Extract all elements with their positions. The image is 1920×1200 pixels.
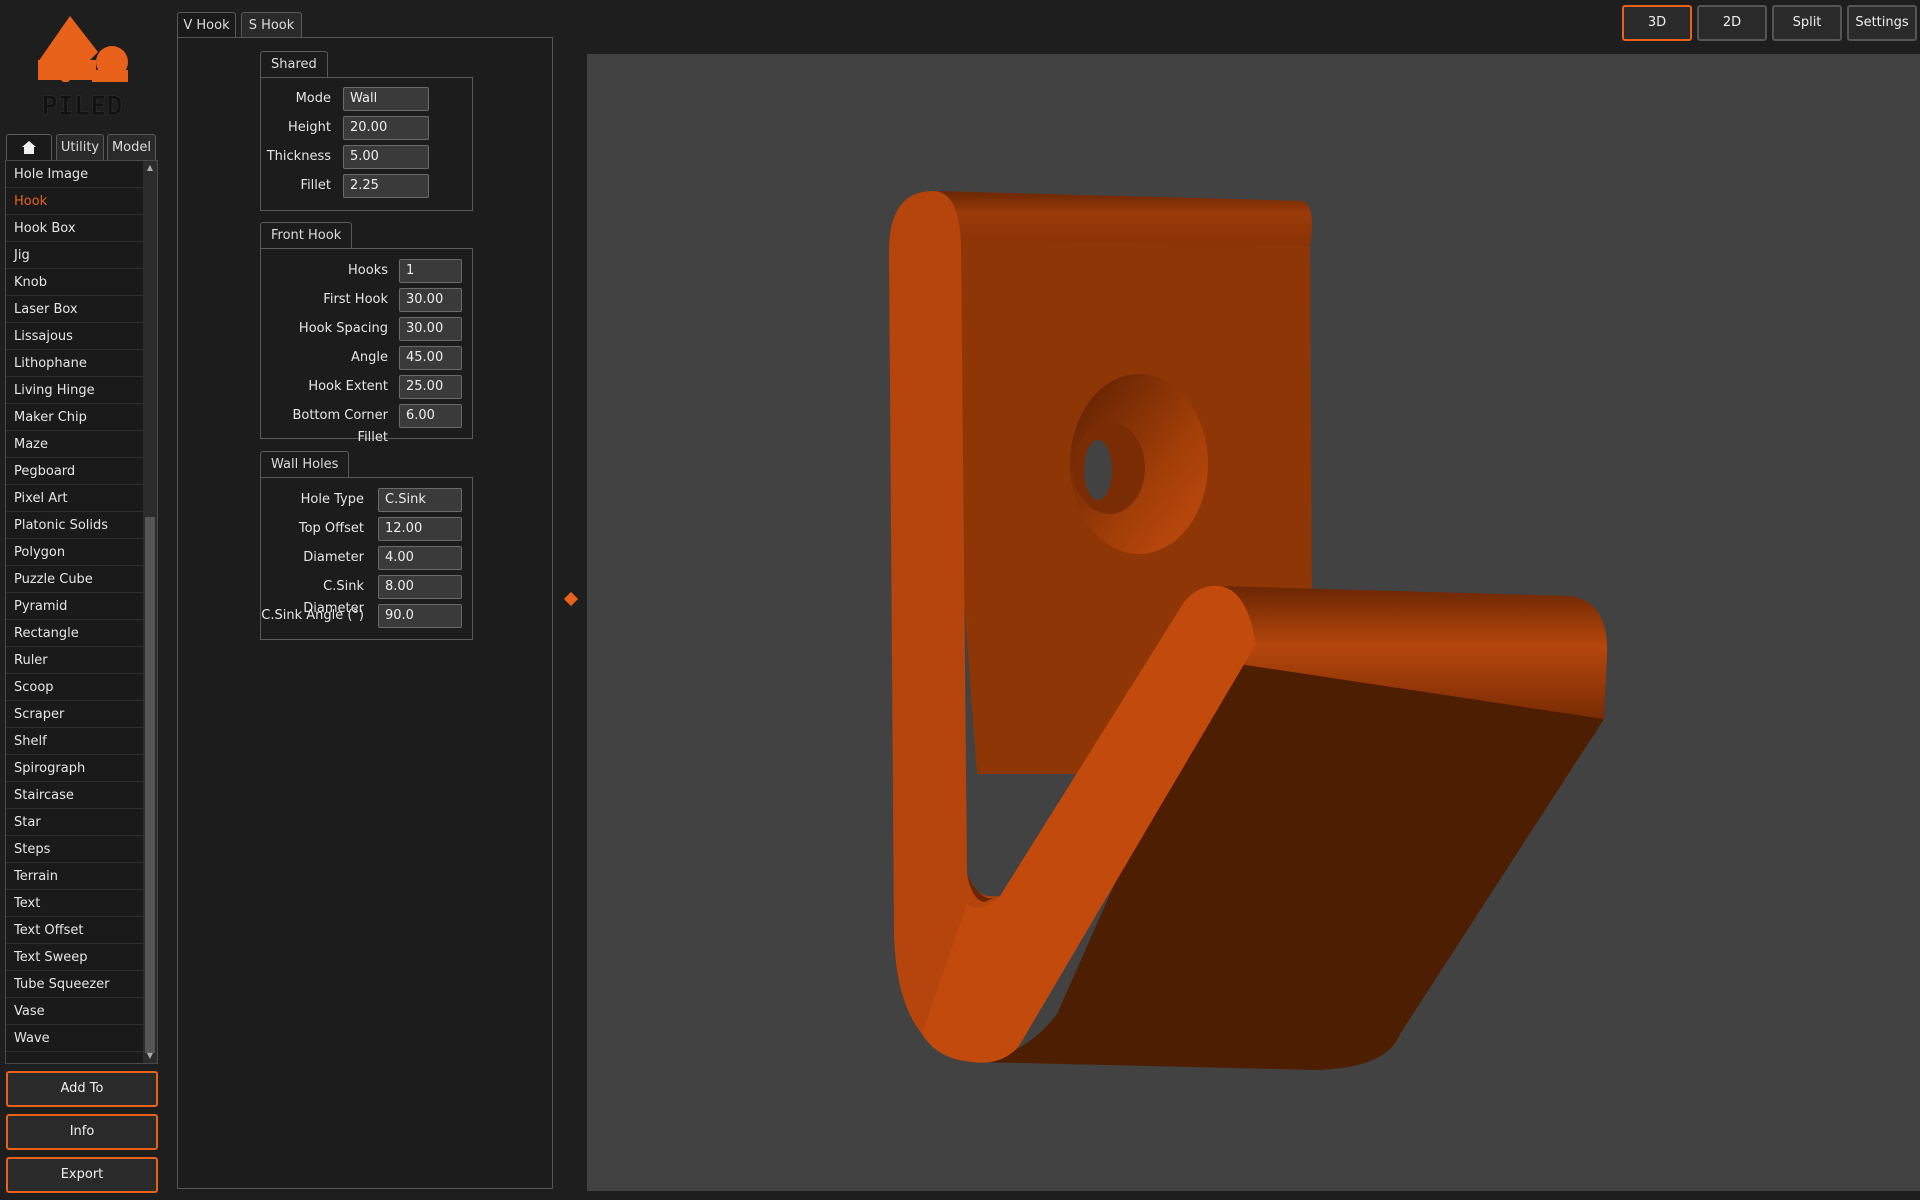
home-icon [22, 141, 36, 154]
wall-top-edge [933, 191, 1312, 246]
model-list-item[interactable]: Pyramid [6, 593, 145, 620]
model-list-item[interactable]: Text [6, 890, 145, 917]
scroll-up-icon[interactable]: ▲ [145, 163, 155, 173]
first-hook-input[interactable]: 30.00 [399, 288, 462, 312]
tab-utility[interactable]: Utility [56, 134, 104, 160]
model-list-item[interactable]: Polygon [6, 539, 145, 566]
bottom-corner-fillet-input[interactable]: 6.00 [399, 404, 462, 428]
wall-holes-group: Hole Type C.Sink Top Offset 12.00 Diamet… [260, 477, 473, 640]
model-list-item[interactable]: Maze [6, 431, 145, 458]
mode-label: Mode [295, 91, 331, 106]
tab-s-hook[interactable]: S Hook [241, 12, 302, 38]
model-list-item[interactable]: Rectangle [6, 620, 145, 647]
hook-extent-input[interactable]: 25.00 [399, 375, 462, 399]
model-list-item[interactable]: Puzzle Cube [6, 566, 145, 593]
hole-type-label: Hole Type [300, 492, 364, 507]
model-list-item[interactable]: Pixel Art [6, 485, 145, 512]
model-list-item[interactable]: Steps [6, 836, 145, 863]
model-list-item[interactable]: Shelf [6, 728, 145, 755]
model-list-item[interactable]: Star [6, 809, 145, 836]
front-hook-group: Hooks 1 First Hook 30.00 Hook Spacing 30… [260, 248, 473, 445]
model-list-item[interactable]: Laser Box [6, 296, 145, 323]
model-list-item[interactable]: Text Offset [6, 917, 145, 944]
view-2d-button[interactable]: 2D [1697, 5, 1767, 41]
angle-input[interactable]: 45.00 [399, 346, 462, 370]
height-label: Height [288, 120, 331, 135]
scroll-down-icon[interactable]: ▼ [145, 1051, 155, 1061]
first-hook-label: First Hook [323, 292, 388, 307]
model-list-item[interactable]: Hook Box [6, 215, 145, 242]
view-3d-button[interactable]: 3D [1622, 5, 1692, 41]
model-list-item[interactable]: Knob [6, 269, 145, 296]
model-list-item[interactable]: Tube Squeezer [6, 971, 145, 998]
export-button[interactable]: Export [6, 1157, 158, 1193]
app-logo: PILED [30, 14, 136, 118]
model-list-item[interactable]: Text Sweep [6, 944, 145, 971]
tab-model[interactable]: Model [107, 134, 156, 160]
hole-type-select[interactable]: C.Sink [378, 488, 462, 512]
csink-diameter-input[interactable]: 8.00 [378, 575, 462, 599]
hook-spacing-label: Hook Spacing [298, 321, 388, 336]
fillet-input[interactable]: 2.25 [343, 174, 429, 198]
diameter-label: Diameter [303, 550, 364, 565]
model-list-item[interactable]: Scoop [6, 674, 145, 701]
settings-button[interactable]: Settings [1847, 5, 1917, 41]
wall-holes-group-title: Wall Holes [260, 451, 350, 477]
model-list-item[interactable]: Lithophane [6, 350, 145, 377]
top-offset-input[interactable]: 12.00 [378, 517, 462, 541]
height-input[interactable]: 20.00 [343, 116, 429, 140]
tab-v-hook[interactable]: V Hook [177, 12, 236, 38]
model-list-item[interactable]: Spirograph [6, 755, 145, 782]
csink-angle-label: C.Sink Angle (°) [261, 608, 364, 623]
add-to-button[interactable]: Add To [6, 1071, 158, 1107]
model-list-item[interactable]: Vase [6, 998, 145, 1025]
angle-label: Angle [351, 350, 388, 365]
model-list-item[interactable]: Jig [6, 242, 145, 269]
hooks-input[interactable]: 1 [399, 259, 462, 283]
mode-select[interactable]: Wall [343, 87, 429, 111]
model-list-item[interactable]: Living Hinge [6, 377, 145, 404]
front-hook-group-title: Front Hook [260, 222, 353, 248]
model-list-item[interactable]: Staircase [6, 782, 145, 809]
shared-group: Mode Wall Height 20.00 Thickness 5.00 Fi… [260, 77, 473, 211]
model-list-item[interactable]: Hole Image [6, 161, 145, 188]
bottom-corner-fillet-label: Bottom Corner Fillet [292, 408, 388, 445]
model-list-item[interactable]: Lissajous [6, 323, 145, 350]
properties-panel: Shared Mode Wall Height 20.00 Thickness … [177, 37, 553, 1189]
model-list-item[interactable]: Hook [6, 188, 145, 215]
scrollbar-thumb[interactable] [145, 517, 155, 1053]
tab-home[interactable] [6, 134, 52, 160]
model-list[interactable]: Hole Image Hook Hook Box Jig Knob Laser Box Li… [5, 160, 158, 1064]
fillet-label: Fillet [300, 178, 331, 193]
model-list-item[interactable]: Ruler [6, 647, 145, 674]
hook-extent-label: Hook Extent [308, 379, 388, 394]
model-list-item[interactable]: Wave [6, 1025, 145, 1052]
model-list-item[interactable]: Maker Chip [6, 404, 145, 431]
hooks-label: Hooks [348, 263, 388, 278]
thickness-input[interactable]: 5.00 [343, 145, 429, 169]
diameter-input[interactable]: 4.00 [378, 546, 462, 570]
shared-group-title: Shared [260, 51, 328, 77]
info-button[interactable]: Info [6, 1114, 158, 1150]
model-list-item[interactable]: Platonic Solids [6, 512, 145, 539]
model-list-item[interactable]: Pegboard [6, 458, 145, 485]
model-list-item[interactable]: Scraper [6, 701, 145, 728]
model-list-item[interactable]: Terrain [6, 863, 145, 890]
splitter-handle[interactable] [563, 591, 579, 607]
view-split-button[interactable]: Split [1772, 5, 1842, 41]
3d-viewport[interactable] [587, 54, 1920, 1191]
top-offset-label: Top Offset [298, 521, 364, 536]
hook-model-render [889, 191, 1608, 1070]
csink-angle-input[interactable]: 90.0 [378, 604, 462, 628]
hook-spacing-input[interactable]: 30.00 [399, 317, 462, 341]
hole-through [1084, 440, 1112, 500]
thickness-label: Thickness [266, 149, 331, 164]
svg-text:PILED: PILED [41, 91, 122, 118]
model-list-scrollbar[interactable]: ▲ ▼ [143, 161, 157, 1063]
